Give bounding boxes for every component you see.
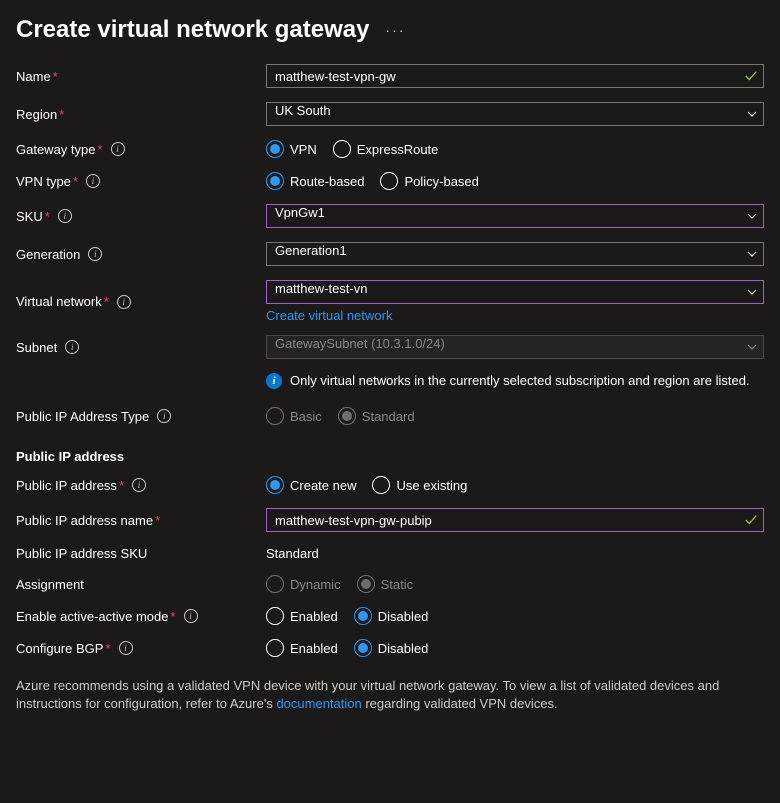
label-public-ip: Public IP address (16, 478, 117, 493)
sku-select[interactable]: VpnGw1 (266, 204, 764, 228)
footer-note: Azure recommends using a validated VPN d… (16, 677, 764, 713)
required-marker: * (155, 513, 160, 528)
section-public-ip-header: Public IP address (16, 449, 764, 464)
label-public-ip-type: Public IP Address Type (16, 409, 149, 424)
radio-ip-type-basic: Basic (266, 407, 322, 425)
info-icon: i (266, 373, 282, 389)
info-icon[interactable]: i (111, 142, 125, 156)
required-marker: * (170, 609, 175, 624)
required-marker: * (59, 107, 64, 122)
info-icon[interactable]: i (132, 478, 146, 492)
generation-select[interactable]: Generation1 (266, 242, 764, 266)
info-icon[interactable]: i (117, 295, 131, 309)
radio-gateway-vpn[interactable]: VPN (266, 140, 317, 158)
public-ip-name-input[interactable] (266, 508, 764, 532)
create-virtual-network-link[interactable]: Create virtual network (266, 308, 392, 323)
radio-bgp-disabled[interactable]: Disabled (354, 639, 429, 657)
vnet-info-message: Only virtual networks in the currently s… (290, 373, 750, 388)
radio-vpn-route-based[interactable]: Route-based (266, 172, 364, 190)
radio-public-ip-create-new[interactable]: Create new (266, 476, 356, 494)
info-icon[interactable]: i (157, 409, 171, 423)
radio-assignment-static: Static (357, 575, 414, 593)
label-name: Name (16, 69, 51, 84)
label-subnet: Subnet (16, 340, 57, 355)
label-region: Region (16, 107, 57, 122)
page-title: Create virtual network gateway (16, 16, 369, 44)
info-icon[interactable]: i (88, 247, 102, 261)
label-assignment: Assignment (16, 577, 84, 592)
info-icon[interactable]: i (184, 609, 198, 623)
documentation-link[interactable]: documentation (276, 696, 361, 711)
required-marker: * (45, 209, 50, 224)
required-marker: * (105, 641, 110, 656)
name-input[interactable] (266, 64, 764, 88)
radio-assignment-dynamic: Dynamic (266, 575, 341, 593)
region-select[interactable]: UK South (266, 102, 764, 126)
radio-ip-type-standard: Standard (338, 407, 415, 425)
public-ip-sku-value: Standard (266, 546, 319, 561)
label-public-ip-sku: Public IP address SKU (16, 546, 147, 561)
required-marker: * (98, 142, 103, 157)
required-marker: * (53, 69, 58, 84)
label-generation: Generation (16, 247, 80, 262)
info-icon[interactable]: i (86, 174, 100, 188)
required-marker: * (119, 478, 124, 493)
radio-vpn-policy-based[interactable]: Policy-based (380, 172, 478, 190)
label-vpn-type: VPN type (16, 174, 71, 189)
virtual-network-select[interactable]: matthew-test-vn (266, 280, 764, 304)
required-marker: * (73, 174, 78, 189)
label-sku: SKU (16, 209, 43, 224)
label-active-active: Enable active-active mode (16, 609, 168, 624)
info-icon[interactable]: i (58, 209, 72, 223)
radio-active-active-disabled[interactable]: Disabled (354, 607, 429, 625)
required-marker: * (104, 294, 109, 309)
label-public-ip-name: Public IP address name (16, 513, 153, 528)
more-icon[interactable]: ··· (385, 22, 405, 38)
radio-active-active-enabled[interactable]: Enabled (266, 607, 338, 625)
radio-public-ip-use-existing[interactable]: Use existing (372, 476, 467, 494)
radio-bgp-enabled[interactable]: Enabled (266, 639, 338, 657)
info-icon[interactable]: i (119, 641, 133, 655)
label-virtual-network: Virtual network (16, 294, 102, 309)
label-gateway-type: Gateway type (16, 142, 96, 157)
info-icon[interactable]: i (65, 340, 79, 354)
radio-gateway-expressroute[interactable]: ExpressRoute (333, 140, 439, 158)
label-configure-bgp: Configure BGP (16, 641, 103, 656)
subnet-select: GatewaySubnet (10.3.1.0/24) (266, 335, 764, 359)
